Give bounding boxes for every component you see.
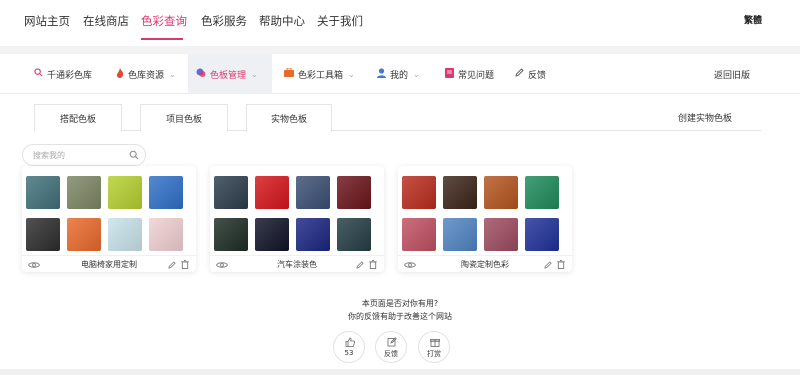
subnav-label: 色板管理 — [210, 70, 247, 81]
subnav-label: 色彩工具箱 — [298, 70, 344, 81]
search-box — [22, 144, 146, 166]
nav-help-center[interactable]: 帮助中心 — [259, 13, 305, 29]
trash-icon[interactable] — [557, 259, 565, 272]
tab-physical-palette[interactable]: 实物色板 — [246, 104, 332, 132]
pencil-icon — [515, 68, 524, 80]
color-swatch[interactable] — [108, 218, 142, 251]
color-swatch[interactable] — [214, 176, 248, 209]
color-swatch[interactable] — [255, 218, 289, 251]
nav-color-search[interactable]: 色彩查询 — [141, 13, 187, 29]
chevron-down-icon: ⌄ — [348, 69, 355, 79]
palette-card[interactable]: 电脑椅家用定制 — [22, 166, 196, 272]
nav-active-indicator — [141, 38, 183, 40]
color-swatch[interactable] — [525, 218, 559, 251]
trash-icon[interactable] — [181, 259, 189, 272]
nav-store[interactable]: 在线商店 — [83, 13, 129, 29]
nav-home[interactable]: 网站主页 — [24, 13, 70, 29]
subnav-label: 千通彩色库 — [47, 70, 93, 81]
sub-navigation: 千通彩色库 色库资源 ⌄ 色板管理 ⌄ 色彩工具箱 ⌄ 我的 ⌄ 常见问题 反馈… — [0, 54, 800, 94]
subnav-label: 色库资源 — [128, 70, 165, 81]
color-swatch[interactable] — [26, 218, 60, 251]
card-footer: 汽车涂装色 — [210, 255, 384, 272]
color-swatch[interactable] — [296, 176, 330, 209]
color-swatch[interactable] — [67, 218, 101, 251]
color-swatch[interactable] — [443, 176, 477, 209]
reward-button[interactable]: 打赏 — [418, 331, 450, 363]
subnav-label: 常见问题 — [458, 70, 495, 81]
nav-color-service[interactable]: 色彩服务 — [201, 13, 247, 29]
feedback-help-text: 你的反馈有助于改善这个网站 — [348, 312, 452, 321]
color-swatch[interactable] — [337, 218, 371, 251]
search-input[interactable] — [33, 149, 125, 162]
subnav-label: 反馈 — [528, 70, 547, 81]
subnav-mine[interactable]: 我的 ⌄ — [377, 54, 420, 94]
user-icon — [377, 67, 386, 81]
palette-icon — [196, 68, 206, 81]
tab-project-palette[interactable]: 项目色板 — [140, 104, 228, 131]
trash-icon[interactable] — [369, 259, 377, 272]
subnav-color-toolbox[interactable]: 色彩工具箱 ⌄ — [284, 54, 355, 94]
palette-card[interactable]: 汽车涂装色 — [210, 166, 384, 272]
color-swatch[interactable] — [214, 218, 248, 251]
edit-icon[interactable] — [544, 259, 552, 272]
chevron-down-icon: ⌄ — [169, 69, 176, 79]
color-swatch[interactable] — [402, 218, 436, 251]
subnav-palette-management[interactable]: 色板管理 ⌄ — [188, 54, 272, 94]
create-physical-palette-button[interactable]: 创建实物色板 — [678, 111, 732, 124]
subnav-color-resources[interactable]: 色库资源 ⌄ — [116, 54, 176, 94]
color-swatch[interactable] — [67, 176, 101, 209]
toolbox-icon — [284, 67, 294, 80]
color-swatch[interactable] — [255, 176, 289, 209]
edit-icon[interactable] — [356, 259, 364, 272]
footer-band — [0, 369, 800, 375]
palette-card[interactable]: 陶瓷定制色彩 — [398, 166, 572, 272]
subnav-color-library[interactable]: 千通彩色库 — [34, 54, 92, 94]
card-footer: 陶瓷定制色彩 — [398, 255, 572, 272]
feedback-label: 反馈 — [384, 350, 398, 358]
color-swatch[interactable] — [337, 176, 371, 209]
traditional-chinese-toggle[interactable]: 繁體 — [744, 13, 762, 26]
chevron-down-icon: ⌄ — [251, 69, 258, 79]
top-navigation: 网站主页 在线商店 色彩查询 色彩服务 帮助中心 关于我们 繁體 — [0, 0, 800, 42]
fire-icon — [116, 67, 124, 81]
divider-band — [0, 46, 800, 54]
return-old-version-link[interactable]: 返回旧版 — [714, 54, 750, 94]
color-swatch[interactable] — [402, 176, 436, 209]
color-swatch[interactable] — [443, 218, 477, 251]
edit-icon[interactable] — [168, 259, 176, 272]
color-swatch[interactable] — [108, 176, 142, 209]
feedback-question: 本页面是否对你有用? — [361, 299, 439, 308]
color-swatch[interactable] — [484, 176, 518, 209]
book-icon — [445, 67, 454, 81]
reward-label: 打赏 — [427, 350, 441, 358]
subnav-feedback[interactable]: 反馈 — [515, 54, 546, 94]
chevron-down-icon: ⌄ — [413, 69, 420, 79]
palette-tabs: 搭配色板 项目色板 实物色板 创建实物色板 — [0, 94, 800, 132]
subnav-faq[interactable]: 常见问题 — [445, 54, 494, 94]
tab-matching-palette[interactable]: 搭配色板 — [34, 104, 122, 131]
color-swatch[interactable] — [296, 218, 330, 251]
search-icon — [34, 68, 43, 80]
color-swatch[interactable] — [525, 176, 559, 209]
color-swatch[interactable] — [484, 218, 518, 251]
like-button[interactable]: 53 — [333, 331, 365, 363]
color-swatch[interactable] — [26, 176, 60, 209]
color-swatch[interactable] — [149, 176, 183, 209]
feedback-button[interactable]: 反馈 — [375, 331, 407, 363]
search-icon[interactable] — [129, 150, 139, 163]
color-swatch[interactable] — [149, 218, 183, 251]
subnav-label: 我的 — [390, 70, 409, 81]
card-footer: 电脑椅家用定制 — [22, 255, 196, 272]
like-count: 53 — [344, 349, 354, 357]
nav-about-us[interactable]: 关于我们 — [317, 13, 363, 29]
